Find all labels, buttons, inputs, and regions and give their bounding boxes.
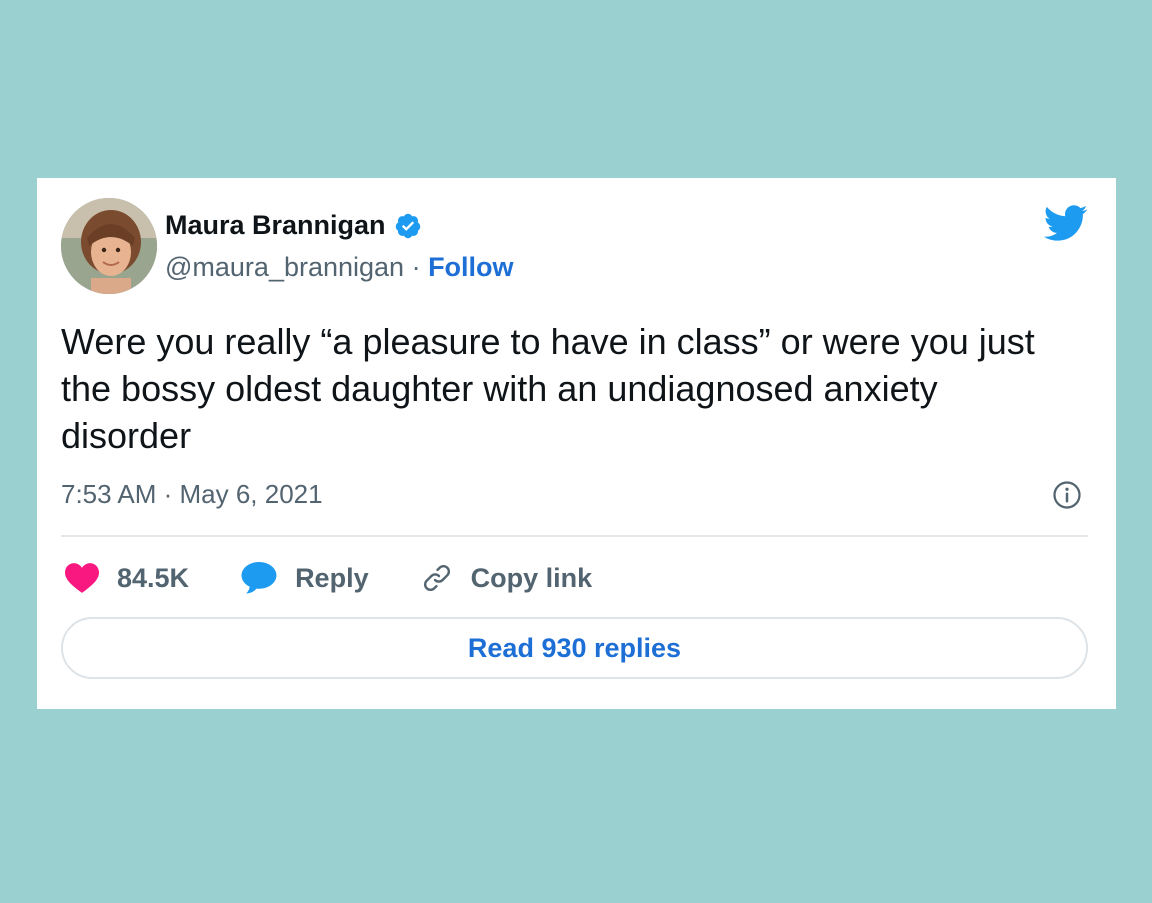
avatar-photo: [61, 198, 157, 294]
author-name-row[interactable]: Maura Brannigan: [165, 210, 422, 241]
copy-link-label: Copy link: [470, 562, 593, 593]
like-action[interactable]: 84.5K: [65, 563, 189, 594]
twitter-bird-icon[interactable]: [1042, 200, 1088, 246]
author-name[interactable]: Maura Brannigan: [165, 210, 386, 241]
author-handle[interactable]: @maura_brannigan: [165, 252, 404, 282]
reply-label: Reply: [295, 562, 369, 593]
link-icon: [423, 564, 450, 592]
copy-link-action[interactable]: Copy link: [421, 562, 593, 594]
speech-bubble-icon: [241, 562, 277, 594]
heart-icon: [65, 563, 99, 593]
read-replies-button[interactable]: Read 930 replies: [61, 617, 1088, 679]
avatar[interactable]: [61, 198, 157, 294]
tweet-timestamp[interactable]: 7:53 AM · May 6, 2021: [61, 479, 323, 510]
divider: [61, 535, 1088, 537]
handle-row: @maura_brannigan · Follow: [165, 252, 514, 283]
info-icon[interactable]: [1052, 480, 1082, 510]
follow-button[interactable]: Follow: [428, 252, 513, 282]
verified-badge-icon: [395, 213, 420, 238]
handle-separator: ·: [404, 252, 429, 282]
tweet-card: Maura Brannigan @maura_brannigan · Follo…: [37, 178, 1116, 709]
reply-action[interactable]: Reply: [241, 562, 369, 594]
tweet-text: Were you really “a pleasure to have in c…: [61, 321, 1035, 456]
like-count: 84.5K: [117, 562, 190, 593]
action-bar: 84.5K Reply Copy link: [65, 558, 644, 598]
